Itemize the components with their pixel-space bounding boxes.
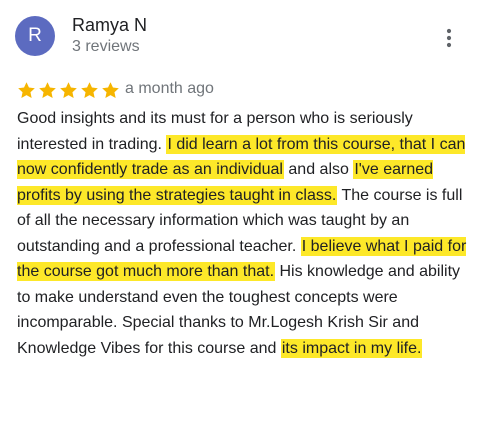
star-rating	[17, 79, 122, 101]
review-date: a month ago	[125, 80, 214, 97]
avatar-letter: R	[28, 25, 42, 46]
star-icon	[102, 81, 119, 98]
review-text-segment: and also	[288, 161, 349, 178]
more-vert-icon[interactable]	[440, 26, 458, 50]
highlighted-text: its impact in my life.	[280, 338, 423, 358]
review-count[interactable]: 3 reviews	[72, 38, 140, 56]
reviewer-name[interactable]: Ramya N	[72, 15, 147, 36]
review-text: Good insights and its must for a person …	[17, 106, 472, 361]
star-icon	[39, 81, 56, 98]
review-card: R Ramya N 3 reviews a month ago Good ins…	[0, 0, 477, 432]
star-icon	[18, 81, 35, 98]
star-icon	[81, 81, 98, 98]
star-icon	[60, 81, 77, 98]
avatar[interactable]: R	[15, 16, 55, 56]
